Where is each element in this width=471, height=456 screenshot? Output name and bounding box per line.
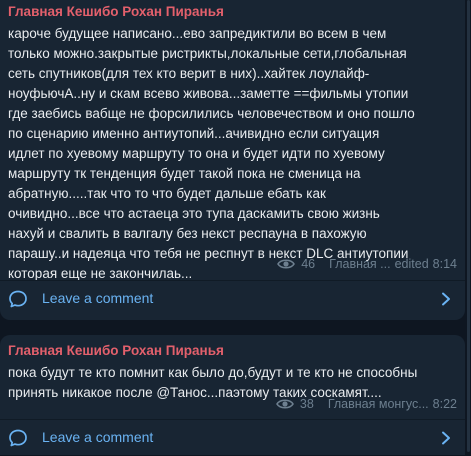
post-text-line: очивидно...все что астаеца это тупа даск…	[8, 206, 380, 221]
post-text: кароче будущее написано...ево запредикти…	[8, 24, 460, 284]
post-meta: 38 Главная монгус... 8:22	[275, 397, 457, 411]
channel-post-2: Главная Кешибо Рохан Пиранья пока будут …	[0, 335, 465, 455]
post-text-line: сеть спутников(для тех кто верит в них).…	[8, 66, 370, 81]
view-count: 46	[301, 257, 316, 271]
post-time: 8:14	[432, 257, 457, 271]
post-text-line: ноуфьючА..ну и скам всево живова...замет…	[8, 86, 409, 101]
post-text-line: нахуй и свалить в валгалу без некст респ…	[8, 226, 367, 241]
view-count: 38	[299, 397, 314, 411]
post-signature: Главная монгус...	[327, 397, 429, 411]
post-text-line: абратную.....так что то что будет дальше…	[8, 186, 326, 201]
eye-icon	[277, 259, 296, 269]
post-text-line: где заебись вабще не форсилились человеч…	[8, 106, 415, 121]
post-text-line: пока будут те кто помнит как было до,буд…	[8, 365, 418, 380]
post-text-line: по сценарию именно антиутопий...ачивидно…	[8, 126, 380, 141]
post-text-line: только можно.закрытые ристрикты,локальны…	[8, 46, 407, 61]
post-text-line: кароче будущее написано...ево запредикти…	[8, 26, 387, 41]
comment-icon	[9, 290, 27, 308]
chevron-right-icon	[442, 292, 450, 306]
scrollbar-thumb[interactable]	[467, 0, 470, 452]
chevron-right-icon	[442, 431, 450, 445]
leave-comment-label: Leave a comment	[42, 429, 154, 445]
post-text-line: идлет по хуевому маршруту то она и будет…	[8, 146, 385, 161]
post-text-line: маршруту тк тенденция будет такой пока н…	[8, 166, 361, 181]
post-time: 8:22	[432, 397, 457, 411]
eye-icon	[275, 399, 294, 409]
channel-post-1: Главная Кешибо Рохан Пиранья кароче буду…	[0, 0, 465, 320]
edited-label: edited	[394, 257, 429, 271]
post-author[interactable]: Главная Кешибо Рохан Пиранья	[8, 4, 224, 19]
post-signature: Главная ...	[329, 257, 391, 271]
scrollbar[interactable]	[467, 0, 471, 455]
comment-icon	[9, 429, 27, 447]
leave-comment-button[interactable]: Leave a comment	[0, 420, 465, 456]
post-author[interactable]: Главная Кешибо Рохан Пиранья	[8, 343, 224, 358]
leave-comment-label: Leave a comment	[42, 290, 154, 306]
leave-comment-button[interactable]: Leave a comment	[0, 281, 465, 317]
post-meta: 46 Главная ... edited 8:14	[277, 257, 457, 271]
